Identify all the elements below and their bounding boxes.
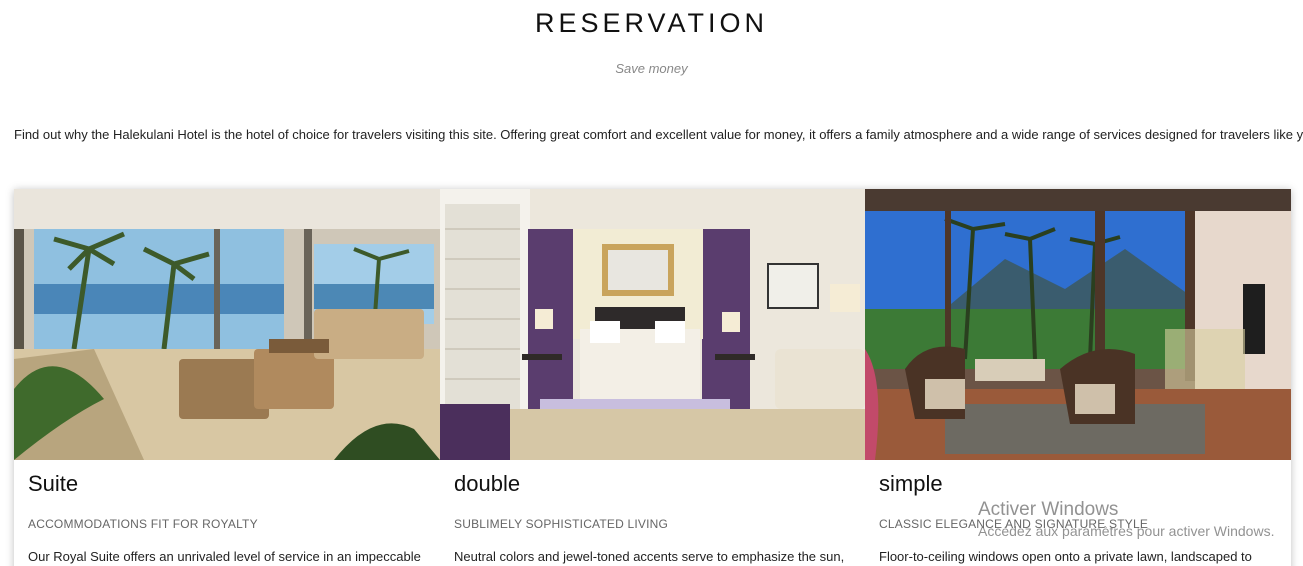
page-subtitle: Save money bbox=[615, 61, 688, 76]
room-description: Floor-to-ceiling windows open onto a pri… bbox=[879, 549, 1252, 564]
room-tagline: CLASSIC ELEGANCE AND SIGNATURE STYLE bbox=[879, 517, 1149, 531]
room-title[interactable]: Suite bbox=[28, 471, 78, 497]
room-description: Our Royal Suite offers an unrivaled leve… bbox=[28, 549, 421, 564]
simple-room-photo[interactable] bbox=[865, 189, 1291, 460]
suite-room-photo[interactable] bbox=[14, 189, 440, 460]
room-tagline: ACCOMMODATIONS FIT FOR ROYALTY bbox=[28, 517, 258, 531]
room-cards: Suite ACCOMMODATIONS FIT FOR ROYALTY Our… bbox=[14, 189, 1291, 566]
room-tagline: SUBLIMELY SOPHISTICATED LIVING bbox=[454, 517, 669, 531]
page-title: RESERVATION bbox=[534, 8, 769, 38]
room-card-double[interactable]: double SUBLIMELY SOPHISTICATED LIVING Ne… bbox=[440, 189, 865, 566]
room-card-simple[interactable]: simple CLASSIC ELEGANCE AND SIGNATURE ST… bbox=[865, 189, 1291, 566]
room-title[interactable]: simple bbox=[879, 471, 943, 497]
double-room-photo[interactable] bbox=[440, 189, 865, 460]
room-description: Neutral colors and jewel-toned accents s… bbox=[454, 549, 845, 564]
intro-paragraph: Find out why the Halekulani Hotel is the… bbox=[14, 127, 1303, 142]
room-card-suite[interactable]: Suite ACCOMMODATIONS FIT FOR ROYALTY Our… bbox=[14, 189, 440, 566]
reservation-page: RESERVATION Save money Find out why the … bbox=[0, 0, 1303, 566]
room-title[interactable]: double bbox=[454, 471, 520, 497]
